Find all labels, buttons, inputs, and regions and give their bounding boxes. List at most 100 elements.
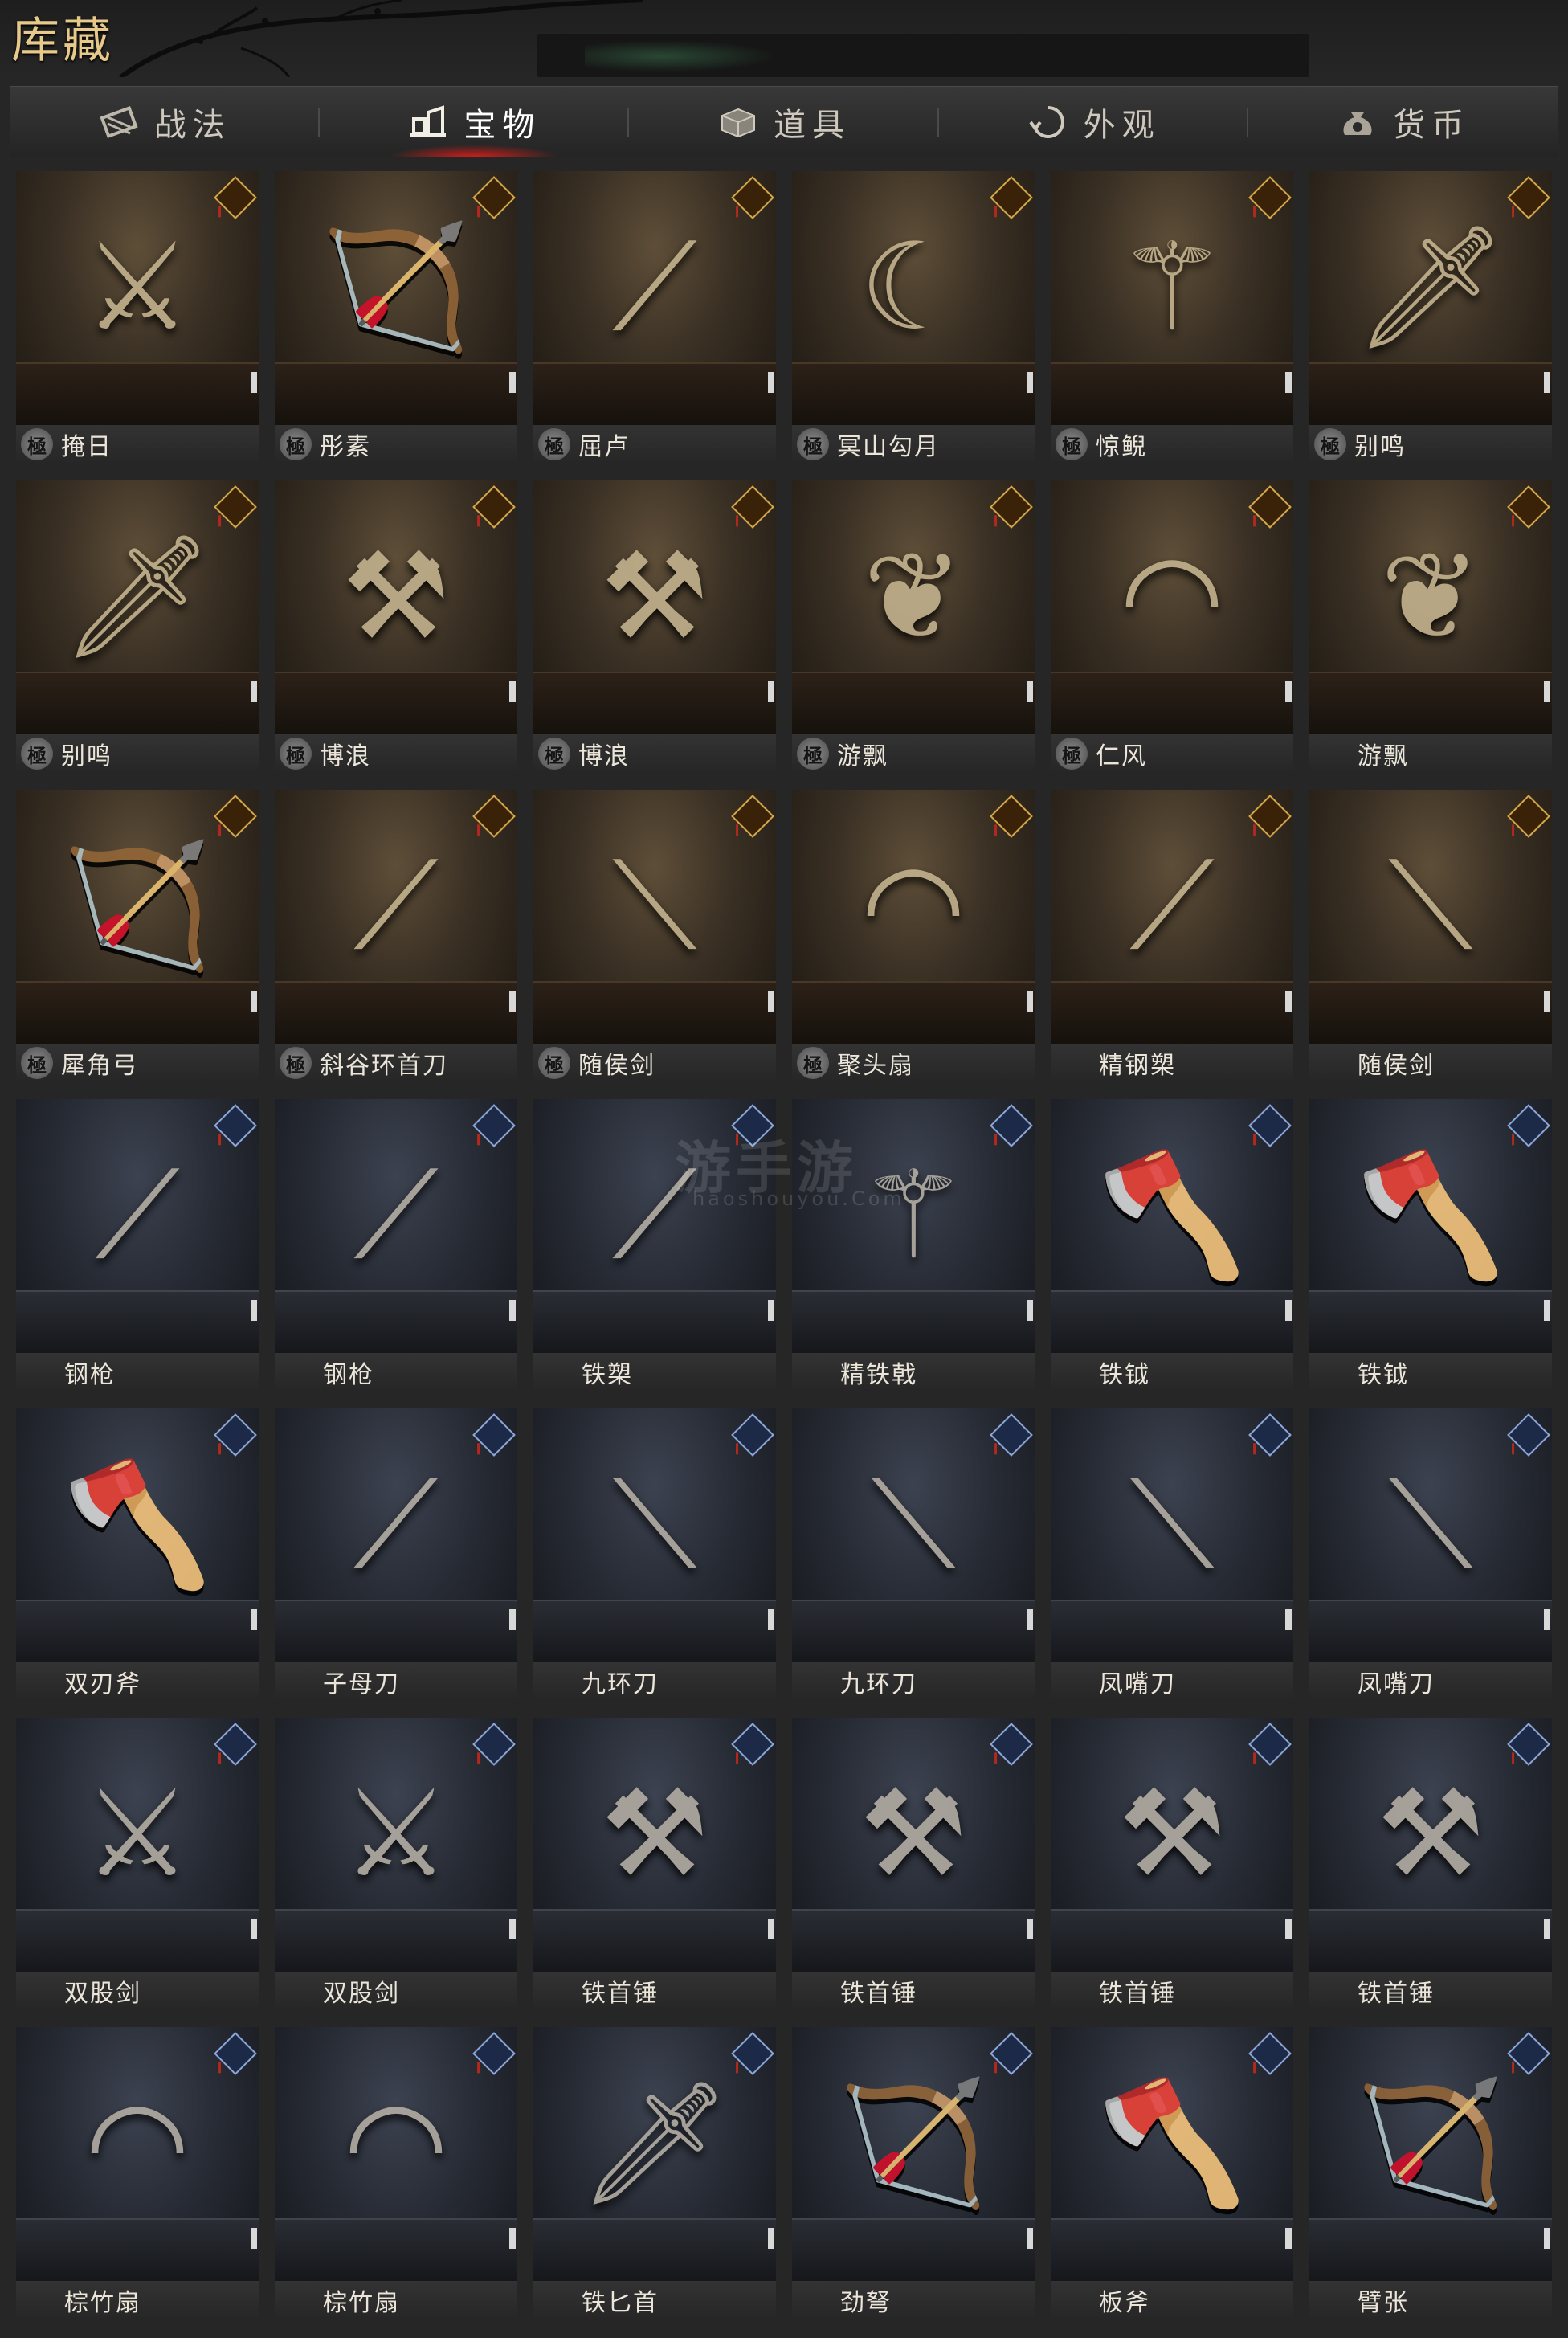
item-name: 游飘	[837, 742, 888, 770]
treasure-card[interactable]: 🪓 铁钺	[1051, 1099, 1293, 1392]
scroll-indicator	[509, 2228, 516, 2249]
treasure-card[interactable]: ⚔ 極掩日	[16, 171, 259, 464]
treasure-card[interactable]: ⟍ 随侯剑	[1309, 790, 1552, 1082]
weapon-icon: 🪓	[1355, 1146, 1506, 1286]
treasure-card[interactable]: 🗡 極别鸣	[16, 480, 259, 773]
treasure-card[interactable]: 🏹 劲弩	[792, 2027, 1035, 2320]
treasure-card[interactable]: ⟋ 子母刀	[275, 1408, 517, 1701]
quality-tag-icon	[214, 2032, 257, 2075]
weapon-icon: ⚔	[83, 218, 192, 358]
item-artwork: 🗡	[16, 480, 259, 734]
weapon-icon: ⟍	[612, 1455, 697, 1596]
item-artwork: 🗡	[1309, 171, 1552, 425]
item-artwork: ⟋	[16, 1099, 259, 1353]
treasure-card[interactable]: ⟍ 凤嘴刀	[1051, 1408, 1293, 1701]
category-tabs: 战法 宝物 道具 外观 货币	[10, 86, 1558, 157]
treasure-card[interactable]: ⚔ 双股剑	[16, 1718, 259, 2010]
item-artwork: ⚔	[16, 171, 259, 425]
treasure-card[interactable]: ⚚ 精铁戟	[792, 1099, 1035, 1392]
treasure-card[interactable]: 🏹 極彤素	[275, 171, 517, 464]
tab-tactics[interactable]: 战法	[10, 87, 320, 157]
rarity-badge: 極	[280, 428, 312, 460]
quality-tag-icon	[1507, 1723, 1550, 1766]
item-label-bar: 極随侯剑	[533, 1044, 776, 1082]
tab-appearance[interactable]: 外观	[939, 87, 1249, 157]
treasure-card[interactable]: ⚒ 極博浪	[533, 480, 776, 773]
treasure-card[interactable]: 🪓 板斧	[1051, 2027, 1293, 2320]
treasure-card[interactable]: ⟋ 钢枪	[16, 1099, 259, 1392]
treasure-card[interactable]: ⟍ 極随侯剑	[533, 790, 776, 1082]
scroll-indicator	[1285, 1919, 1292, 1939]
treasure-card[interactable]: ⟍ 九环刀	[533, 1408, 776, 1701]
weapon-icon: ⚒	[600, 527, 709, 668]
treasure-card[interactable]: ⚔ 双股剑	[275, 1718, 517, 2010]
quality-tag-icon	[731, 1413, 774, 1457]
tab-treasure[interactable]: 宝物	[320, 87, 630, 157]
item-label-bar: 凤嘴刀	[1051, 1662, 1293, 1701]
item-name: 掩日	[61, 433, 112, 461]
treasure-card[interactable]: ⟍ 凤嘴刀	[1309, 1408, 1552, 1701]
item-name: 棕竹扇	[64, 2289, 141, 2317]
item-label-bar: 铁匕首	[533, 2281, 776, 2320]
treasure-card[interactable]: ⟋ 極屈卢	[533, 171, 776, 464]
quality-tag-icon	[731, 795, 774, 838]
treasure-card[interactable]: ⚒ 铁首锤	[792, 1718, 1035, 2010]
item-artwork: ❦	[1309, 480, 1552, 734]
quality-tag-icon	[990, 1104, 1033, 1147]
item-label-bar: 铁槊	[533, 1353, 776, 1392]
treasure-card[interactable]: ◠ 棕竹扇	[16, 2027, 259, 2320]
quality-tag-icon	[990, 176, 1033, 219]
treasure-card[interactable]: ◠ 極聚头扇	[792, 790, 1035, 1082]
quality-tag-icon	[1248, 1723, 1292, 1766]
weapon-icon: ⟋	[95, 1146, 180, 1286]
scroll-indicator	[1027, 372, 1033, 393]
tab-props[interactable]: 道具	[629, 87, 939, 157]
quality-tag-icon	[731, 1723, 774, 1766]
item-label-bar: 双股剑	[275, 1972, 517, 2010]
item-name: 铁首锤	[582, 1980, 659, 2008]
scroll-indicator	[1027, 1609, 1033, 1630]
tab-currency[interactable]: 货币	[1248, 87, 1558, 157]
treasure-card[interactable]: ⟋ 極斜谷环首刀	[275, 790, 517, 1082]
treasure-card[interactable]: ⟋ 精钢槊	[1051, 790, 1293, 1082]
quality-tag-icon	[990, 1723, 1033, 1766]
money-bag-icon	[1343, 112, 1372, 135]
item-name: 铁首锤	[1099, 1980, 1176, 2008]
treasure-card[interactable]: ◠ 極仁风	[1051, 480, 1293, 773]
weapon-icon: ⚚	[1117, 218, 1227, 358]
weapon-icon: ⟋	[353, 1455, 439, 1596]
treasure-card[interactable]: ❦ 游飘	[1309, 480, 1552, 773]
item-artwork: ◠	[16, 2027, 259, 2281]
rarity-badge: 極	[280, 1047, 312, 1079]
item-artwork: ⟍	[533, 1408, 776, 1662]
scroll-indicator	[1544, 372, 1550, 393]
item-label-bar: 棕竹扇	[16, 2281, 259, 2320]
treasure-card[interactable]: ⚒ 铁首锤	[1309, 1718, 1552, 2010]
item-artwork: ⟋	[533, 171, 776, 425]
weapon-icon: 🏹	[838, 2074, 989, 2214]
treasure-card[interactable]: ⟋ 铁槊	[533, 1099, 776, 1392]
treasure-card[interactable]: ⟋ 钢枪	[275, 1099, 517, 1392]
treasure-card[interactable]: ☾ 極冥山勾月	[792, 171, 1035, 464]
treasure-card[interactable]: 🪓 铁钺	[1309, 1099, 1552, 1392]
item-name: 聚头扇	[837, 1052, 914, 1080]
item-label-bar: 極博浪	[275, 734, 517, 773]
treasure-card[interactable]: ⚒ 極博浪	[275, 480, 517, 773]
treasure-card[interactable]: 🏹 臂张	[1309, 2027, 1552, 2320]
treasure-card[interactable]: ⟍ 九环刀	[792, 1408, 1035, 1701]
treasure-card[interactable]: 🗡 極别鸣	[1309, 171, 1552, 464]
treasure-card[interactable]: 🏹 極犀角弓	[16, 790, 259, 1082]
item-name: 劲弩	[840, 2289, 892, 2317]
treasure-card[interactable]: ⚒ 铁首锤	[533, 1718, 776, 2010]
treasure-card[interactable]: 🗡 铁匕首	[533, 2027, 776, 2320]
quality-tag-icon	[1507, 795, 1550, 838]
treasure-card[interactable]: 🪓 双刃斧	[16, 1408, 259, 1701]
quality-tag-icon	[472, 485, 516, 529]
treasure-card[interactable]: ⚚ 極惊鲵	[1051, 171, 1293, 464]
treasure-card[interactable]: ◠ 棕竹扇	[275, 2027, 517, 2320]
item-artwork: ⟋	[1051, 790, 1293, 1044]
treasure-card[interactable]: ⚒ 铁首锤	[1051, 1718, 1293, 2010]
treasure-card[interactable]: ❦ 極游飘	[792, 480, 1035, 773]
item-label-bar: 極聚头扇	[792, 1044, 1035, 1082]
item-artwork: ⚒	[275, 480, 517, 734]
